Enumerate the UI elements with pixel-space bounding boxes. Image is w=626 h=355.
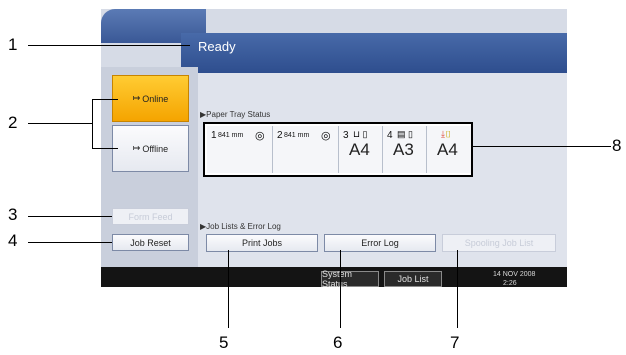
tray-level-icon: ⊔ ▯ [353,129,368,139]
tray-number: 1 [211,130,217,141]
roll-icon: ◎ [321,130,331,142]
callout-line [92,99,93,149]
status-title: Ready [198,39,236,54]
system-status-button[interactable]: System Status [321,269,379,287]
callout-number: 2 [8,113,18,132]
tray-roll-width: 841 mm [218,132,244,139]
bypass-tray-icon: ⤓▯ [441,129,452,139]
date-text: 14 NOV 2008 [493,271,536,278]
callout-line [28,45,190,46]
callout-number: 6 [333,333,343,352]
tray-number: 4 [387,130,393,141]
time-text: 2:26 [503,280,517,287]
callout-line [92,148,118,149]
form-feed-button[interactable]: Form Feed [112,208,189,225]
callout-line [28,242,112,243]
tray-3: 3 ⊔ ▯ A4 [339,126,383,173]
callout-number: 5 [219,333,229,352]
callout-line [473,146,611,147]
job-list-button[interactable]: Job List [384,271,442,287]
paper-tray-status-panel: 1 841 mm ◎ 2 841 mm ◎ 3 ⊔ ▯ A4 4 ▤ ▯ A3 … [203,122,473,177]
tray-1: 1 841 mm ◎ [207,126,273,173]
tray-paper-size: A4 [437,140,458,159]
job-reset-button[interactable]: Job Reset [112,234,189,251]
callout-number: 3 [8,205,18,224]
job-list-label: Job List [397,274,429,284]
device-screen: Ready ↦ Online ↦ Offline Form Feed Job R… [101,9,567,287]
spooling-job-list-button[interactable]: Spooling Job List [442,234,556,252]
job-lists-label: ▶Job Lists & Error Log [200,222,281,231]
print-jobs-button[interactable]: Print Jobs [206,234,318,252]
tray-number: 2 [277,130,283,141]
roll-icon: ◎ [255,130,265,142]
online-button-label: Online [142,93,169,104]
callout-number: 7 [450,333,460,352]
tray-4: 4 ▤ ▯ A3 [383,126,427,173]
system-status-label: System Status [322,269,353,287]
date-time-display: 14 NOV 2008 2:26 [493,270,535,287]
callout-number: 8 [612,136,622,155]
online-button[interactable]: ↦ Online [112,75,189,122]
callout-number: 4 [8,231,18,250]
job-reset-label: Job Reset [130,237,171,248]
error-log-label: Error Log [361,238,399,248]
form-feed-label: Form Feed [128,211,173,222]
online-arrow-icon: ↦ [132,93,141,103]
tray-roll-width: 841 mm [284,132,310,139]
callout-line [92,99,118,100]
spooling-job-list-label: Spooling Job List [464,238,534,248]
callout-line [457,250,458,328]
tray-2: 2 841 mm ◎ [273,126,339,173]
tray-paper-size: A4 [349,140,370,159]
tray-number: 3 [343,130,349,141]
callout-line [340,250,341,328]
callout-line [28,123,92,124]
offline-arrow-icon: ↦ [132,143,141,153]
offline-button-label: Offline [142,143,169,154]
tray-level-icon: ▤ ▯ [397,129,413,139]
tray-paper-size: A3 [393,140,414,159]
status-header-bar [181,33,567,73]
callout-number: 1 [8,35,18,54]
offline-button[interactable]: ↦ Offline [112,125,189,172]
callout-line [28,216,112,217]
print-jobs-label: Print Jobs [241,238,283,248]
callout-line [228,250,229,328]
bypass-tray: ⤓▯ A4 [427,126,471,173]
paper-tray-status-label: ▶Paper Tray Status [200,110,271,119]
